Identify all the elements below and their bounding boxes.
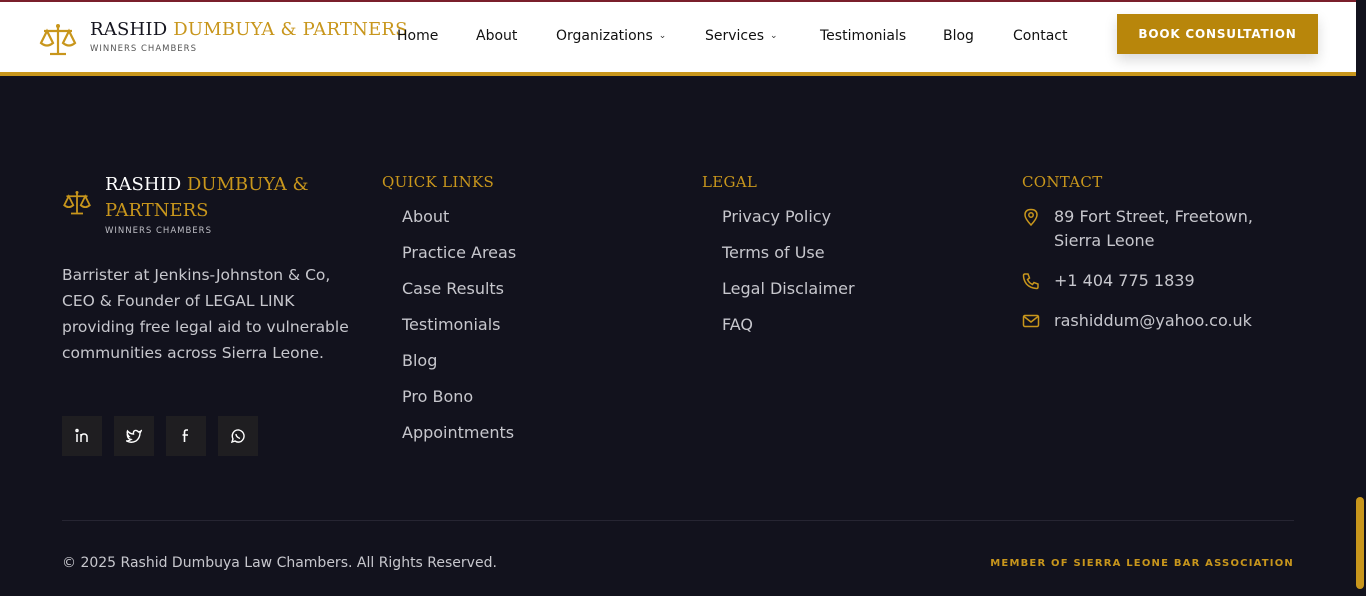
scales-icon [63, 191, 91, 215]
footer-brand-tagline: WINNERS CHAMBERS [105, 226, 212, 236]
brand-name: RASHID DUMBUYA & PARTNERS [90, 19, 408, 40]
scrollbar-thumb[interactable] [1356, 497, 1364, 589]
book-consultation-button[interactable]: BOOK CONSULTATION [1117, 14, 1318, 54]
nav-organizations[interactable]: Organizations ⌄ [556, 28, 666, 44]
linkedin-icon [75, 428, 88, 442]
legal-link-privacy-policy[interactable]: Privacy Policy [722, 207, 855, 243]
quick-links-heading: QUICK LINKS [382, 173, 495, 191]
phone-icon [1022, 273, 1039, 290]
nav-services[interactable]: Services ⌄ [705, 28, 778, 44]
address-text: 89 Fort Street, Freetown, Sierra Leone [1054, 207, 1253, 250]
social-links [62, 416, 258, 456]
twitter-link[interactable] [114, 416, 154, 456]
quick-links-list: About Practice Areas Case Results Testim… [402, 207, 516, 459]
quick-link-blog[interactable]: Blog [402, 351, 516, 387]
facebook-link[interactable] [166, 416, 206, 456]
nav-about[interactable]: About [476, 28, 517, 44]
facebook-icon [182, 429, 188, 442]
quick-link-case-results[interactable]: Case Results [402, 279, 516, 315]
nav-testimonials[interactable]: Testimonials [820, 28, 906, 44]
chevron-down-icon: ⌄ [658, 31, 667, 41]
contact-address: 89 Fort Street, Freetown, Sierra Leone [1022, 205, 1299, 253]
brand-logo[interactable]: RASHID DUMBUYA & PARTNERS WINNERS CHAMBE… [38, 18, 408, 60]
chevron-down-icon: ⌄ [770, 31, 778, 41]
footer-brand: RASHID DUMBUYA & PARTNERS WINNERS CHAMBE… [62, 172, 325, 236]
whatsapp-link[interactable] [218, 416, 258, 456]
phone-text: +1 404 775 1839 [1054, 271, 1195, 290]
legal-link-terms-of-use[interactable]: Terms of Use [722, 243, 855, 279]
linkedin-link[interactable] [62, 416, 102, 456]
nav-home[interactable]: Home [397, 28, 438, 44]
twitter-icon [126, 429, 142, 443]
email-text: rashiddum@yahoo.co.uk [1054, 311, 1252, 330]
footer-divider [62, 520, 1294, 521]
about-description: Barrister at Jenkins-Johnston & Co, CEO … [62, 266, 349, 362]
brand-tagline: WINNERS CHAMBERS [90, 44, 197, 54]
legal-heading: LEGAL [702, 173, 758, 191]
quick-link-appointments[interactable]: Appointments [402, 423, 516, 459]
mail-icon [1022, 314, 1040, 328]
contact-email[interactable]: rashiddum@yahoo.co.uk [1022, 309, 1299, 333]
quick-link-testimonials[interactable]: Testimonials [402, 315, 516, 351]
bar-membership-text: MEMBER OF SIERRA LEONE BAR ASSOCIATION [990, 558, 1294, 569]
nav-blog[interactable]: Blog [943, 28, 974, 44]
scales-icon [39, 24, 77, 56]
contact-heading: CONTACT [1022, 173, 1103, 191]
location-pin-icon [1024, 208, 1038, 226]
quick-link-about[interactable]: About [402, 207, 516, 243]
site-header: RASHID DUMBUYA & PARTNERS WINNERS CHAMBE… [0, 0, 1356, 76]
quick-link-practice-areas[interactable]: Practice Areas [402, 243, 516, 279]
contact-phone[interactable]: +1 404 775 1839 [1022, 269, 1299, 293]
footer-brand-name: RASHID DUMBUYA & PARTNERS [105, 174, 309, 221]
quick-link-pro-bono[interactable]: Pro Bono [402, 387, 516, 423]
legal-links-list: Privacy Policy Terms of Use Legal Discla… [722, 207, 855, 351]
whatsapp-icon [230, 429, 245, 444]
nav-contact[interactable]: Contact [1013, 28, 1067, 44]
legal-link-faq[interactable]: FAQ [722, 315, 855, 351]
copyright-text: © 2025 Rashid Dumbuya Law Chambers. All … [62, 555, 497, 571]
legal-link-disclaimer[interactable]: Legal Disclaimer [722, 279, 855, 315]
